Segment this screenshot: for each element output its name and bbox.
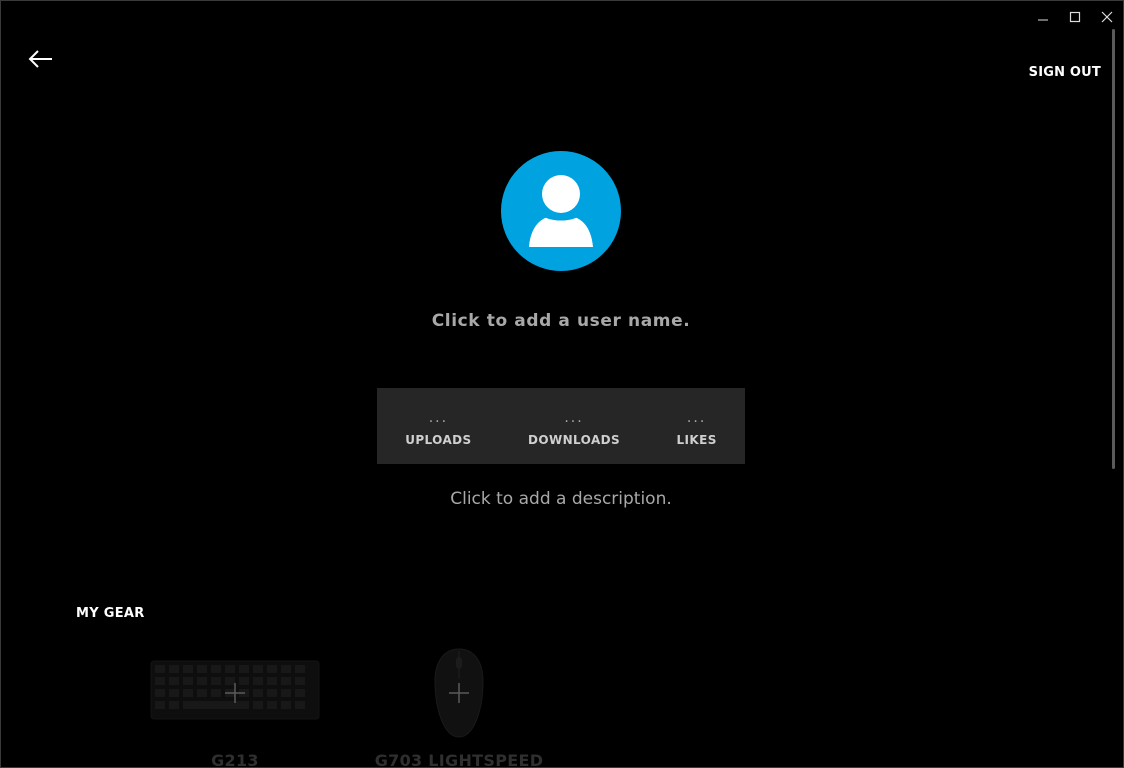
arrow-left-icon [28,50,52,68]
avatar[interactable] [501,151,621,271]
minimize-icon [1038,19,1048,21]
sign-out-button[interactable]: SIGN OUT [1029,65,1101,80]
stat-label: LIKES [676,433,717,447]
gear-item-g703-lightspeed[interactable]: G703 LIGHTSPEED [359,641,559,768]
my-gear-heading: MY GEAR [76,606,145,621]
close-icon [1101,11,1113,23]
profile-stats: ... UPLOADS ... DOWNLOADS ... LIKES [377,388,745,464]
stat-uploads[interactable]: ... UPLOADS [395,388,481,464]
username-field[interactable]: Click to add a user name. [1,311,1121,331]
stat-likes[interactable]: ... LIKES [666,388,726,464]
user-silhouette-icon [529,175,593,247]
back-button[interactable] [27,47,55,71]
stat-value: ... [428,410,449,426]
window-controls [1027,5,1123,29]
stat-value: ... [686,410,707,426]
description-field[interactable]: Click to add a description. [1,489,1121,509]
close-button[interactable] [1091,5,1123,29]
scrollbar[interactable] [1112,29,1115,469]
maximize-icon [1069,11,1081,23]
stat-label: UPLOADS [405,433,472,447]
maximize-button[interactable] [1059,5,1091,29]
gear-item-label: G213 [211,751,259,768]
app-window: SIGN OUT Click to add a user name. ... U… [0,0,1124,768]
gear-item-g213[interactable]: G213 [135,641,335,768]
stat-value: ... [564,410,584,426]
minimize-button[interactable] [1027,5,1059,29]
stat-downloads[interactable]: ... DOWNLOADS [518,388,630,464]
mouse-icon [434,648,484,738]
stat-label: DOWNLOADS [528,433,621,447]
keyboard-icon [150,660,320,720]
gear-item-label: G703 LIGHTSPEED [374,751,544,768]
